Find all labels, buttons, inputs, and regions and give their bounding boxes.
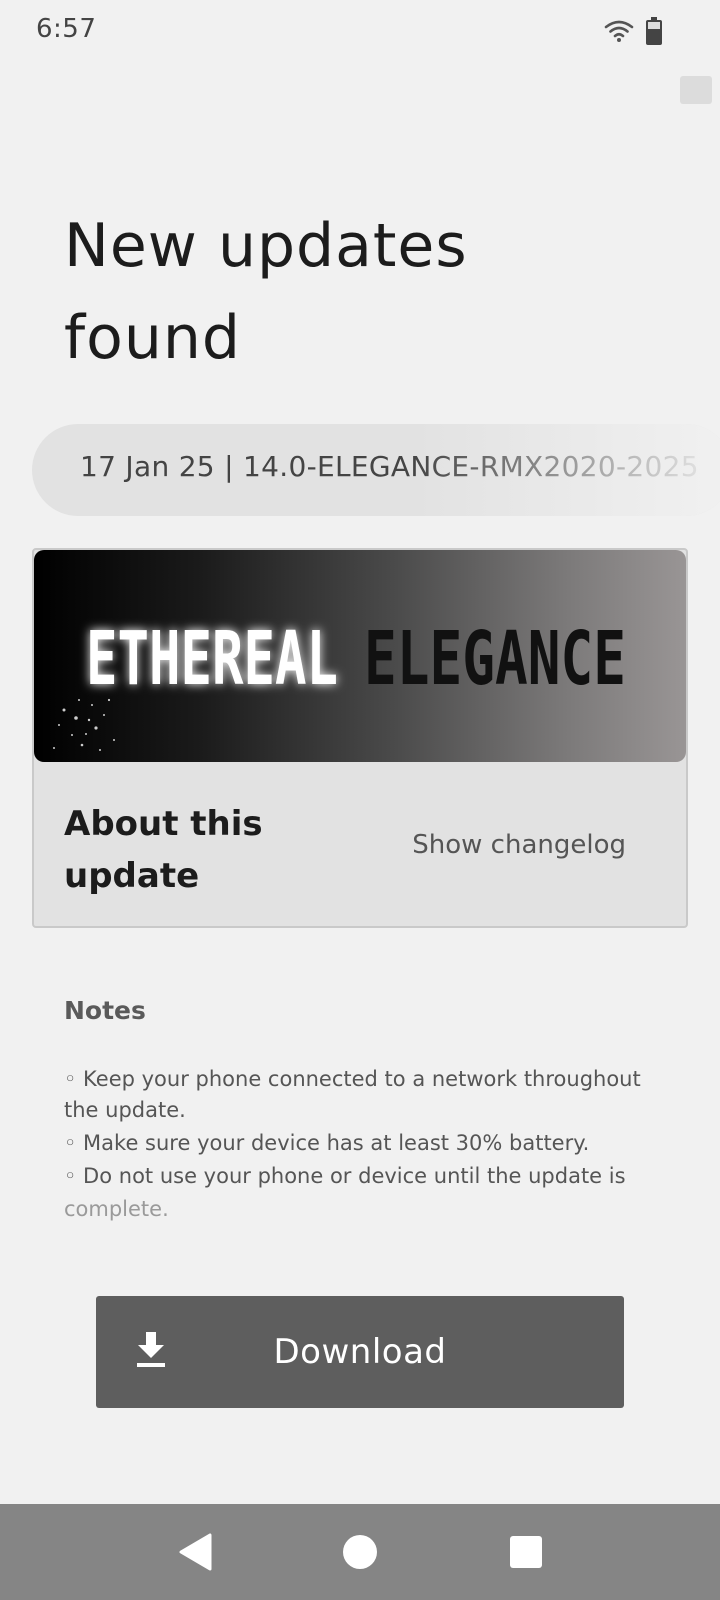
banner-art: ETHEREAL ELEGANCE xyxy=(53,616,626,751)
navigation-bar xyxy=(0,1504,720,1600)
banner-word-ethereal: ETHEREAL xyxy=(86,616,338,702)
status-icons xyxy=(604,17,662,49)
download-button[interactable]: Download xyxy=(96,1296,624,1408)
update-card: ETHEREAL ELEGANCE About this update Show… xyxy=(32,548,688,928)
download-label: Download xyxy=(273,1332,447,1372)
version-pill: 17 Jan 25 | 14.0-ELEGANCE-RMX2020-2025 xyxy=(32,424,720,516)
show-changelog-button[interactable]: Show changelog xyxy=(412,830,626,860)
overflow-menu-placeholder[interactable] xyxy=(680,76,712,104)
notes-list: ◦ Keep your phone connected to a network… xyxy=(64,1064,654,1227)
wifi-icon xyxy=(604,19,634,47)
note-item: ◦ Keep your phone connected to a network… xyxy=(64,1067,641,1122)
note-item: ◦ Make sure your device has at least 30%… xyxy=(64,1131,590,1155)
banner-speckles xyxy=(53,698,115,751)
status-time: 6:57 xyxy=(36,14,97,44)
home-icon[interactable] xyxy=(340,1532,380,1572)
about-update-title: About this update xyxy=(64,804,263,896)
page-title-line1: New updates xyxy=(64,211,468,281)
page-title-line2: found xyxy=(64,303,241,373)
version-fade xyxy=(412,424,720,516)
notes-heading: Notes xyxy=(64,996,146,1025)
note-item-tail: complete. xyxy=(64,1197,169,1221)
note-item: ◦ Do not use your phone or device until … xyxy=(64,1164,626,1188)
status-bar: 6:57 xyxy=(0,0,720,64)
recents-icon[interactable] xyxy=(506,1532,546,1572)
rom-banner: ETHEREAL ELEGANCE xyxy=(34,550,686,762)
banner-word-elegance: ELEGANCE xyxy=(364,616,626,702)
back-icon[interactable] xyxy=(176,1532,216,1572)
page-title: New updates found xyxy=(64,200,624,384)
battery-icon xyxy=(646,17,662,49)
